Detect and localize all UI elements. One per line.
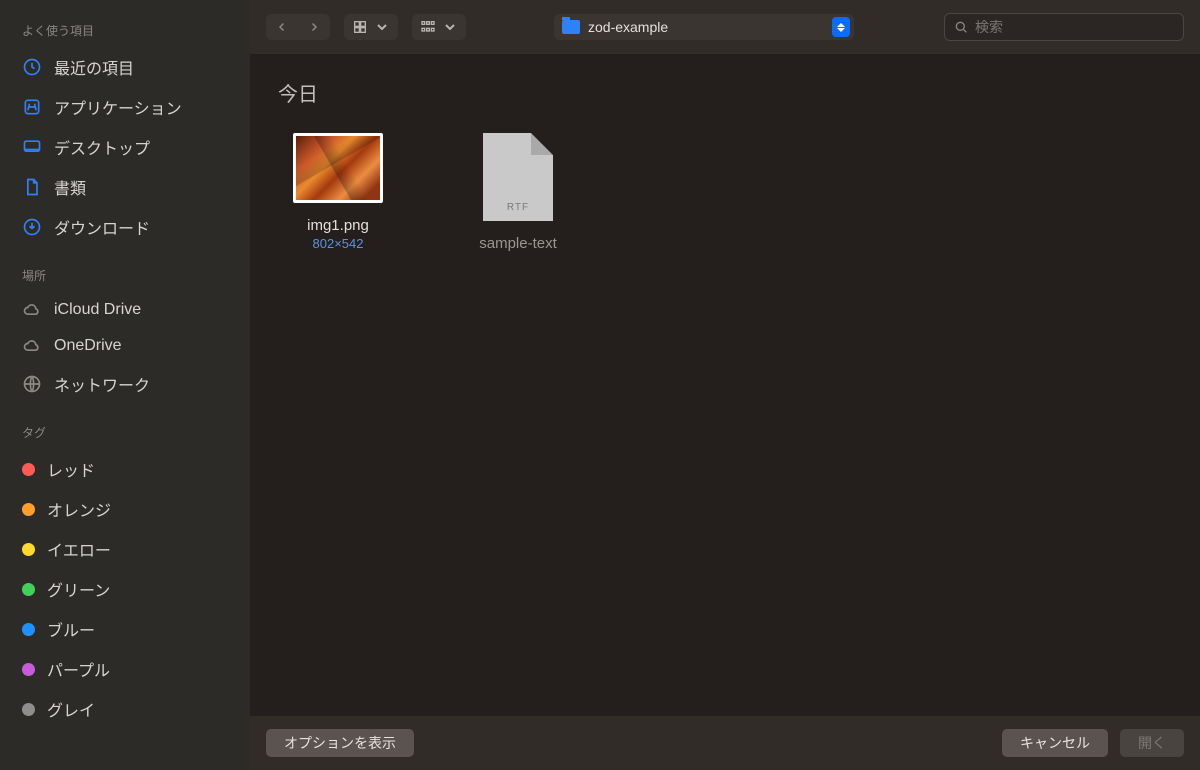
options-button[interactable]: オプションを表示	[266, 729, 414, 757]
sidebar-tag-blue[interactable]: ブルー	[0, 609, 250, 649]
file-item-sample-text[interactable]: RTF sample-text	[458, 133, 578, 252]
desktop-icon	[22, 137, 42, 157]
sidebar-item-documents[interactable]: 書類	[0, 167, 250, 207]
sidebar-tag-red[interactable]: レッド	[0, 449, 250, 489]
sidebar-item-label: アプリケーション	[54, 95, 182, 119]
image-thumbnail	[293, 133, 383, 203]
chevron-down-icon	[442, 19, 458, 35]
tag-dot-icon	[22, 543, 35, 556]
sidebar-tag-green[interactable]: グリーン	[0, 569, 250, 609]
tag-dot-icon	[22, 463, 35, 476]
sidebar-item-label: ダウンロード	[54, 215, 150, 239]
file-badge: RTF	[507, 202, 529, 213]
folder-path-selector[interactable]: zod-example	[554, 14, 854, 40]
tag-dot-icon	[22, 503, 35, 516]
nav-group	[266, 14, 330, 40]
sidebar-header-tags: タグ	[0, 420, 250, 449]
file-dimensions: 802×542	[313, 236, 364, 251]
dialog-footer: オプションを表示 キャンセル 開く	[250, 716, 1200, 770]
folder-icon	[562, 20, 580, 34]
sidebar-item-label: ブルー	[47, 617, 95, 641]
sidebar-item-label: 最近の項目	[54, 55, 134, 79]
sidebar-item-downloads[interactable]: ダウンロード	[0, 207, 250, 247]
sidebar-tag-purple[interactable]: パープル	[0, 649, 250, 689]
globe-icon	[22, 374, 42, 394]
tag-dot-icon	[22, 583, 35, 596]
sidebar-item-onedrive[interactable]: OneDrive	[0, 328, 250, 364]
download-icon	[22, 217, 42, 237]
chevron-down-icon	[374, 19, 390, 35]
app-icon	[22, 97, 42, 117]
sidebar-tag-yellow[interactable]: イエロー	[0, 529, 250, 569]
open-button[interactable]: 開く	[1120, 729, 1184, 757]
cloud-icon	[22, 300, 42, 320]
search-input[interactable]	[975, 19, 1175, 35]
search-icon	[953, 19, 969, 35]
folder-name: zod-example	[588, 19, 668, 35]
sidebar-tag-gray[interactable]: グレイ	[0, 689, 250, 729]
sidebar-item-label: オレンジ	[47, 497, 111, 521]
sidebar-item-label: 書類	[54, 175, 86, 199]
file-name: img1.png	[307, 217, 369, 234]
tag-dot-icon	[22, 703, 35, 716]
file-name: sample-text	[479, 235, 557, 252]
sidebar-item-desktop[interactable]: デスクトップ	[0, 127, 250, 167]
sidebar-header-locations: 場所	[0, 263, 250, 292]
group-by-button[interactable]	[412, 14, 466, 40]
rtf-thumbnail: RTF	[483, 133, 553, 221]
view-icon-button[interactable]	[344, 14, 398, 40]
sidebar-item-label: パープル	[47, 657, 110, 681]
back-button[interactable]	[266, 14, 298, 40]
group-header-today: 今日	[278, 78, 1172, 107]
tag-dot-icon	[22, 623, 35, 636]
sidebar-item-label: グレイ	[47, 697, 95, 721]
cloud-icon	[22, 336, 42, 356]
file-browser[interactable]: 今日 img1.png 802×542 RTF sample-text	[250, 54, 1200, 716]
main-area: zod-example 今日 img1.png 802×542 RTF	[250, 0, 1200, 770]
file-grid: img1.png 802×542 RTF sample-text	[278, 133, 1172, 252]
sidebar-item-label: ネットワーク	[54, 372, 150, 396]
sidebar-item-applications[interactable]: アプリケーション	[0, 87, 250, 127]
file-item-img1[interactable]: img1.png 802×542	[278, 133, 398, 252]
doc-icon	[22, 177, 42, 197]
sidebar-item-label: OneDrive	[54, 337, 122, 355]
sidebar-tag-orange[interactable]: オレンジ	[0, 489, 250, 529]
sidebar-item-label: イエロー	[47, 537, 111, 561]
sidebar-item-label: iCloud Drive	[54, 301, 141, 319]
toolbar: zod-example	[250, 0, 1200, 54]
sidebar-item-label: レッド	[47, 457, 95, 481]
search-field[interactable]	[944, 13, 1184, 41]
sidebar-item-network[interactable]: ネットワーク	[0, 364, 250, 404]
cancel-button[interactable]: キャンセル	[1002, 729, 1108, 757]
sidebar-item-label: グリーン	[47, 577, 110, 601]
sidebar: よく使う項目 最近の項目 アプリケーション デスクトップ 書類 ダウンロード 場…	[0, 0, 250, 770]
sidebar-header-favorites: よく使う項目	[0, 18, 250, 47]
forward-button[interactable]	[298, 14, 330, 40]
clock-icon	[22, 57, 42, 77]
sidebar-item-label: デスクトップ	[54, 135, 150, 159]
sidebar-item-icloud[interactable]: iCloud Drive	[0, 292, 250, 328]
updown-icon	[832, 17, 850, 37]
tag-dot-icon	[22, 663, 35, 676]
sidebar-item-recents[interactable]: 最近の項目	[0, 47, 250, 87]
